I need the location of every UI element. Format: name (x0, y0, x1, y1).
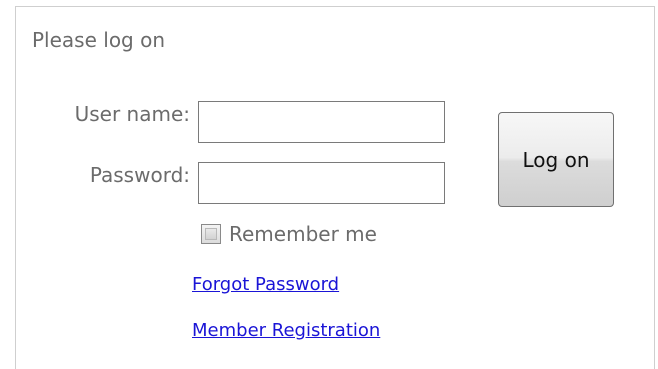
remember-me-row[interactable]: Remember me (201, 222, 377, 246)
forgot-password-link[interactable]: Forgot Password (192, 274, 339, 295)
password-input[interactable] (198, 162, 445, 204)
remember-me-checkbox[interactable] (201, 224, 221, 244)
password-label: Password: (89, 163, 190, 187)
member-registration-link[interactable]: Member Registration (192, 320, 380, 341)
log-on-button[interactable]: Log on (498, 112, 614, 207)
remember-me-label: Remember me (229, 222, 377, 246)
username-label: User name: (74, 102, 190, 126)
login-title: Please log on (32, 28, 166, 52)
username-input[interactable] (198, 101, 445, 143)
